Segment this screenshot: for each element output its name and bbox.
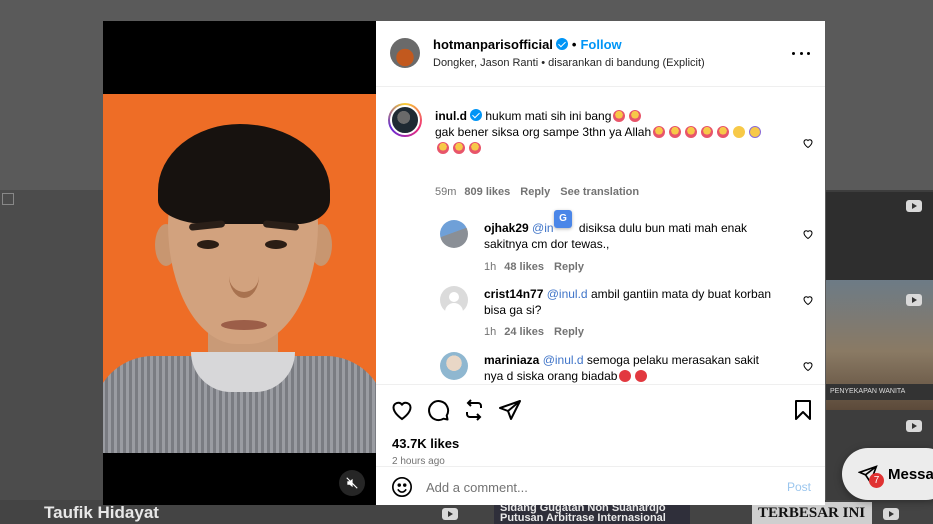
heart-icon[interactable] [390, 398, 414, 422]
post-actions: 43.7K likes 2 hours ago Post [376, 384, 825, 505]
comment-text: inul.d hukum mati sih ini bang gak bener… [435, 108, 775, 156]
avatar[interactable] [390, 38, 420, 68]
broken-image-icon [2, 193, 14, 205]
reply-button[interactable]: Reply [554, 261, 584, 273]
comment-line: gak bener siksa org sampe 3thn ya Allah [435, 125, 652, 139]
post-modal: hotmanparisofficial • Follow Dongker, Jaso… [103, 21, 825, 505]
comment-line: nya d siska orang biadab [484, 369, 618, 383]
messages-label: Messa [888, 465, 933, 483]
more-icon[interactable] [792, 48, 810, 58]
mention-link[interactable]: @inul.d [543, 353, 584, 367]
like-comment-heart-icon[interactable] [802, 360, 814, 372]
post-audio-location[interactable]: Dongker, Jason Ranti • disarankan di ban… [433, 57, 705, 69]
comment-line: ambil gantiin mata dy buat korban [590, 287, 772, 301]
messages-button[interactable]: Messa [842, 448, 933, 500]
angel-emoji-icon [749, 126, 762, 138]
post-header: hotmanparisofficial • Follow Dongker, Jaso… [376, 21, 825, 87]
crying-emoji-icon [437, 142, 449, 154]
play-icon [906, 200, 922, 212]
play-icon [906, 294, 922, 306]
comment-age: 1h [484, 326, 497, 338]
bookmark-icon[interactable] [791, 398, 815, 422]
background-thumbnail [0, 190, 103, 510]
comment-username[interactable]: ojhak29 [484, 221, 529, 235]
mention-link[interactable]: @inul.d [547, 287, 588, 301]
background-caption: PENYEKAPAN WANITA [826, 384, 933, 400]
comment-username[interactable]: crist14n77 [484, 287, 543, 301]
add-comment-bar: Post [376, 466, 825, 506]
comment-line: sakitnya cm dor tewas., [484, 237, 610, 251]
comment-list[interactable]: inul.d hukum mati sih ini bang gak bener… [376, 88, 825, 383]
comment-username[interactable]: inul.d [435, 109, 467, 123]
avatar[interactable] [440, 220, 468, 248]
crying-emoji-icon [701, 126, 714, 138]
avatar[interactable] [388, 103, 422, 137]
comment-input[interactable] [426, 475, 766, 499]
like-comment-heart-icon[interactable] [802, 137, 814, 149]
verified-icon [470, 109, 482, 121]
avatar[interactable] [440, 352, 468, 380]
post-media[interactable] [103, 21, 376, 505]
post-button[interactable]: Post [787, 480, 811, 494]
comment-age: 59m [435, 186, 457, 198]
post-author: hotmanparisofficial • Follow [433, 37, 622, 52]
dizzy-emoji-icon [733, 126, 746, 138]
mute-icon [346, 477, 358, 489]
comment-meta: 1h 24 likes Reply [484, 326, 584, 338]
comment-line: disiksa dulu bun mati mah enak [578, 221, 748, 235]
reply-button[interactable]: Reply [554, 326, 584, 338]
crying-emoji-icon [469, 142, 481, 154]
angry-emoji-icon [635, 370, 648, 382]
like-comment-heart-icon[interactable] [802, 294, 814, 306]
crying-emoji-icon [669, 126, 682, 138]
comment-icon[interactable] [426, 398, 450, 422]
author-username[interactable]: hotmanparisofficial [433, 37, 553, 52]
crying-emoji-icon [613, 110, 626, 122]
play-icon [906, 420, 922, 432]
comment-text: ojhak29 @in disiksa dulu bun mati mah en… [484, 220, 784, 252]
mute-button[interactable] [339, 470, 365, 496]
reply-button[interactable]: Reply [520, 186, 550, 198]
share-icon[interactable] [498, 398, 522, 422]
comment-meta: 59m 809 likes Reply See translation [435, 186, 639, 198]
post-photo [103, 94, 376, 453]
repost-icon[interactable] [462, 398, 486, 422]
mention-link[interactable]: @in [532, 221, 554, 235]
crying-emoji-icon [453, 142, 465, 154]
follow-button[interactable]: Follow [580, 37, 621, 52]
comment-username[interactable]: mariniaza [484, 353, 539, 367]
crying-emoji-icon [685, 126, 698, 138]
comment-likes[interactable]: 809 likes [464, 186, 510, 198]
comment-meta: 1h 48 likes Reply [484, 261, 584, 273]
emoji-icon[interactable] [391, 476, 413, 498]
comment-text: crist14n77 @inul.d ambil gantiin mata dy… [484, 286, 784, 318]
comment-likes[interactable]: 24 likes [504, 326, 544, 338]
crying-emoji-icon [653, 126, 666, 138]
like-comment-heart-icon[interactable] [802, 228, 814, 240]
see-translation-button[interactable]: See translation [560, 186, 639, 198]
crying-emoji-icon [717, 126, 730, 138]
comment-line: semoga pelaku merasakan sakit [586, 353, 760, 367]
translate-icon[interactable]: G [554, 210, 572, 228]
messages-badge: 7 [869, 473, 884, 488]
verified-icon [555, 38, 568, 50]
comment-text: mariniaza @inul.d semoga pelaku merasaka… [484, 352, 784, 383]
crying-emoji-icon [629, 110, 642, 122]
avatar[interactable] [440, 286, 468, 314]
comment-line: hukum mati sih ini bang [485, 109, 612, 123]
background-name-strip: Taufik Hidayat [44, 503, 159, 522]
likes-count[interactable]: 43.7K likes [392, 436, 459, 451]
comment-age: 1h [484, 261, 497, 273]
angry-emoji-icon [619, 370, 632, 382]
post-panel: hotmanparisofficial • Follow Dongker, Jaso… [376, 21, 825, 505]
comment-likes[interactable]: 48 likes [504, 261, 544, 273]
comment-line: bisa ga si? [484, 303, 542, 317]
play-icon [883, 508, 899, 520]
play-icon [442, 508, 458, 520]
